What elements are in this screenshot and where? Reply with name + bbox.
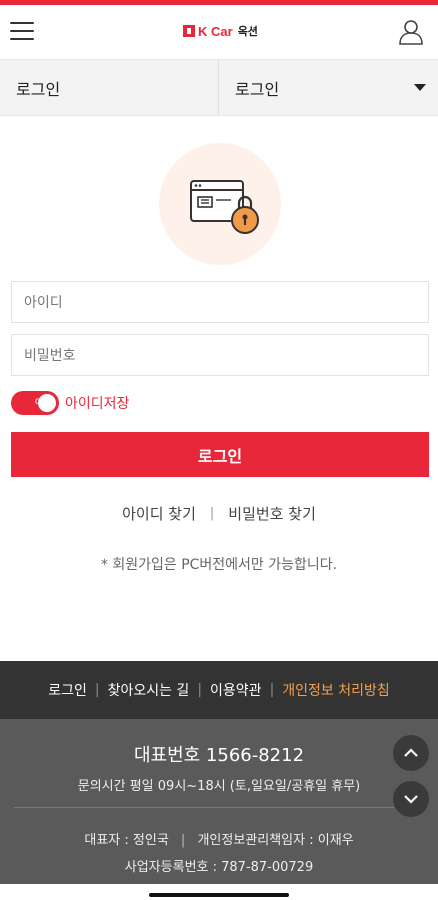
hamburger-menu-icon[interactable] xyxy=(10,22,34,42)
scroll-bottom-button[interactable] xyxy=(393,781,429,817)
footer-directions-link[interactable]: 찾아오시는 길 xyxy=(108,680,190,700)
id-input[interactable]: 아이디 xyxy=(11,281,429,323)
footer-divider xyxy=(14,807,394,808)
login-illustration xyxy=(159,143,281,265)
link-separator: | xyxy=(209,506,215,521)
nav-breadcrumb-left[interactable]: 로그인 xyxy=(0,60,219,115)
chevron-down-icon xyxy=(404,795,418,804)
footer-nav: 로그인 | 찾아오시는 길 | 이용약관 | 개인정보 처리방침 xyxy=(0,661,438,719)
signup-notice: * 회원가입은 PC버전에서만 가능합니다. xyxy=(100,557,338,573)
footer-login-link[interactable]: 로그인 xyxy=(48,680,87,700)
browser-lock-icon xyxy=(190,180,259,234)
save-id-label[interactable]: 아이디저장 xyxy=(65,393,129,413)
nav-dropdown-label: 로그인 xyxy=(235,79,280,99)
user-profile-icon[interactable] xyxy=(399,19,423,45)
login-button[interactable]: 로그인 xyxy=(11,432,429,477)
location-nav: 로그인 로그인 xyxy=(0,59,438,116)
footer-separator: | xyxy=(94,682,100,698)
inquiry-hours: 문의시간 평일 09시~18시 (토,일요일/공휴일 휴무) xyxy=(77,779,361,794)
company-officers: 대표자 : 정인국 | 개인정보관리책임자 : 이재우 xyxy=(0,829,438,848)
footer-terms-link[interactable]: 이용약관 xyxy=(210,680,262,700)
representative-phone: 대표번호 1566-8212 xyxy=(133,745,305,766)
scroll-top-button[interactable] xyxy=(393,735,429,771)
find-password-link[interactable]: 비밀번호 찾기 xyxy=(228,503,316,524)
chevron-up-icon xyxy=(404,748,418,757)
toggle-knob xyxy=(38,394,56,412)
find-id-link[interactable]: 아이디 찾기 xyxy=(122,503,196,524)
ceo-text: 대표자 : 정인국 xyxy=(84,833,169,848)
nav-dropdown[interactable]: 로그인 xyxy=(219,60,438,115)
caret-down-icon xyxy=(414,84,426,91)
footer-privacy-link[interactable]: 개인정보 처리방침 xyxy=(282,680,390,700)
find-account-links: 아이디 찾기 | 비밀번호 찾기 xyxy=(0,503,438,524)
app-header: K Car 옥션 xyxy=(0,5,438,59)
password-input[interactable]: 비밀번호 xyxy=(11,334,429,376)
logo-brand-text: K Car xyxy=(198,23,233,39)
footer-company-info: 대표번호 1566-8212 문의시간 평일 09시~18시 (토,일요일/공휴… xyxy=(0,719,438,900)
business-number: 사업자등록번호 : 787-87-00729 xyxy=(124,860,314,875)
kcar-logo-mark xyxy=(183,25,195,37)
footer-separator: | xyxy=(269,682,275,698)
privacy-officer-text: 개인정보관리책임자 : 이재우 xyxy=(197,833,354,848)
system-nav-bar xyxy=(0,884,438,900)
officer-separator: | xyxy=(180,833,186,848)
kcar-logo[interactable]: K Car 옥션 xyxy=(183,22,258,40)
footer-separator: | xyxy=(197,682,203,698)
save-id-toggle[interactable]: on xyxy=(11,391,59,415)
home-indicator[interactable] xyxy=(149,893,289,897)
logo-sub-text: 옥션 xyxy=(237,25,258,38)
